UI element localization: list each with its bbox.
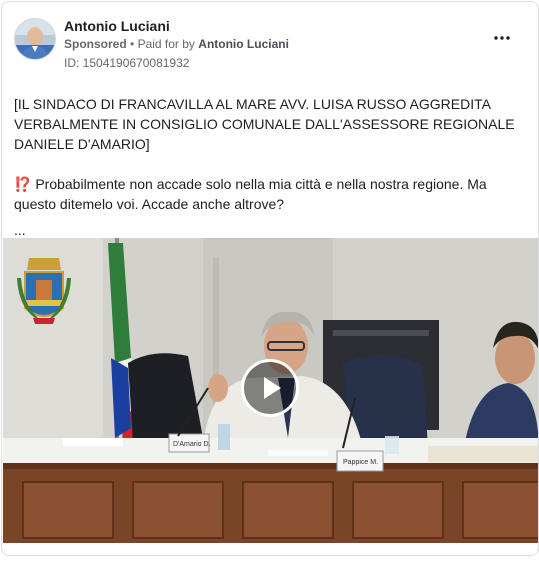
play-button[interactable] — [241, 359, 299, 417]
post-paragraph-headline: [IL SINDACO DI FRANCAVILLA AL MARE AVV. … — [14, 96, 515, 152]
avatar-image — [15, 19, 55, 59]
see-more-link[interactable]: ... — [14, 220, 519, 240]
ad-card: Antonio Luciani Sponsored • Paid for by … — [1, 1, 539, 556]
paid-for-name: Antonio Luciani — [198, 37, 289, 51]
post-paragraph-question: ⁉️ Probabilmente non accade solo nella m… — [14, 176, 487, 212]
library-id: ID: 1504190670081932 — [64, 56, 190, 70]
more-options-button[interactable] — [490, 28, 514, 48]
play-icon — [264, 377, 281, 399]
paid-for-prefix: Paid for by — [137, 37, 195, 51]
post-body: [IL SINDACO DI FRANCAVILLA AL MARE AVV. … — [14, 94, 519, 240]
post-header: Antonio Luciani Sponsored • Paid for by … — [14, 18, 526, 74]
sponsorship-line: Sponsored • Paid for by Antonio Luciani — [64, 37, 289, 51]
more-horizontal-icon — [494, 36, 510, 40]
avatar[interactable] — [14, 18, 56, 60]
nameplate-left: D'Amario D. — [173, 441, 211, 448]
sponsored-label: Sponsored — [64, 37, 127, 51]
nameplate-right: Pappice M. — [343, 459, 378, 466]
separator: • — [130, 37, 135, 51]
video-player[interactable]: D'Amario D. Pappice M. — [3, 238, 538, 543]
author-name[interactable]: Antonio Luciani — [64, 18, 170, 34]
